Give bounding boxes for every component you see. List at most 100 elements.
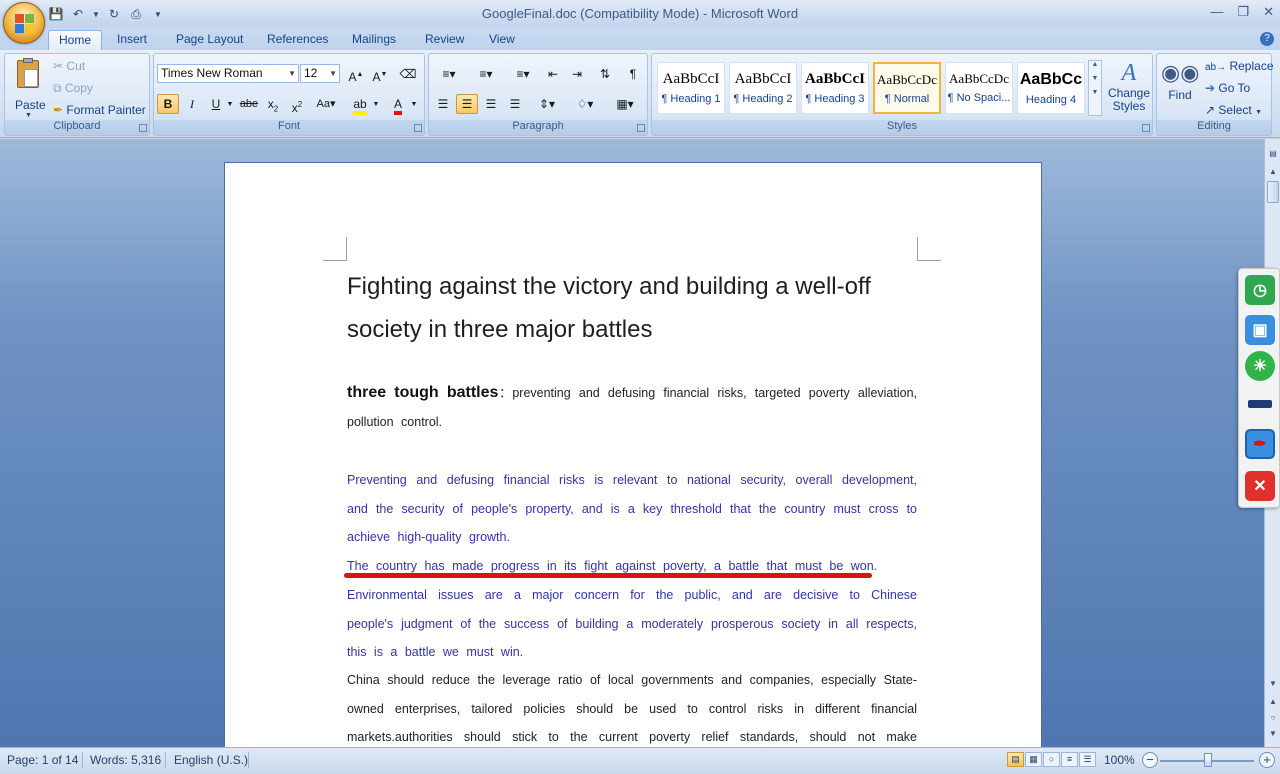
styles-group: AaBbCcI ¶ Heading 1 AaBbCcI ¶ Heading 2 Aa… <box>651 53 1153 136</box>
page-count[interactable]: Page: 1 of 14 <box>7 753 78 767</box>
restore-icon[interactable]: ❐ <box>1237 4 1249 20</box>
shading-icon[interactable]: ♢▾ <box>569 94 601 114</box>
browse-object-icon[interactable]: ○ <box>1267 713 1279 725</box>
highlight-icon[interactable]: ab <box>349 94 371 115</box>
goto-button[interactable]: ➔ Go To <box>1205 81 1250 95</box>
clipboard-launcher-icon[interactable] <box>139 124 147 132</box>
select-dropdown-icon: ▼ <box>1255 109 1263 116</box>
history-clock-icon[interactable]: ◷ <box>1245 275 1275 305</box>
underline-button[interactable]: U <box>205 94 227 114</box>
blue-paragraph-1[interactable]: Preventing and defusing financial risks … <box>347 466 917 552</box>
style-heading-4[interactable]: AaBbCc Heading 4 <box>1017 62 1085 114</box>
save-disk-icon[interactable]: ▣ <box>1245 315 1275 345</box>
increase-indent-icon[interactable]: ⇥ <box>566 64 588 84</box>
decrease-indent-icon[interactable]: ⇤ <box>542 64 564 84</box>
font-size-combo[interactable]: 12 ▼ <box>300 64 340 83</box>
document-page[interactable]: Fighting against the victory and buildin… <box>224 162 1042 747</box>
previous-page-icon[interactable]: ▲ <box>1267 697 1279 709</box>
align-right-icon[interactable]: ☰ <box>480 94 502 114</box>
style-heading-3[interactable]: AaBbCcI ¶ Heading 3 <box>801 62 869 114</box>
font-color-dropdown-icon[interactable]: ▼ <box>409 94 419 114</box>
numbering-icon[interactable]: ≡▾ <box>469 64 503 84</box>
font-name-dropdown-icon[interactable]: ▼ <box>288 65 296 82</box>
copy-button[interactable]: ⧉ Copy <box>53 81 93 96</box>
strikethrough-button[interactable]: abe <box>238 94 260 114</box>
tab-page-layout[interactable]: Page Layout <box>166 30 253 50</box>
tab-insert[interactable]: Insert <box>107 30 157 50</box>
full-screen-reading-icon[interactable]: ▦ <box>1025 752 1042 767</box>
tab-review[interactable]: Review <box>415 30 474 50</box>
zoom-level[interactable]: 100% <box>1104 753 1135 767</box>
bold-button[interactable]: B <box>157 94 179 114</box>
zoom-in-icon[interactable]: + <box>1259 752 1275 768</box>
next-page-icon[interactable]: ▼ <box>1267 729 1279 741</box>
zoom-slider-thumb[interactable] <box>1204 753 1212 767</box>
minimize-icon[interactable]: — <box>1210 4 1223 20</box>
ruler-toggle-icon[interactable]: ▤ <box>1267 149 1279 161</box>
style-sample: AaBbCcI <box>734 71 792 87</box>
justify-icon[interactable]: ☰ <box>504 94 526 114</box>
shrink-font-button[interactable]: A▼ <box>369 64 391 84</box>
language-indicator[interactable]: English (U.S.) <box>174 753 248 767</box>
font-color-icon[interactable]: A <box>387 94 409 115</box>
align-left-icon[interactable]: ☰ <box>432 94 454 114</box>
office-button[interactable] <box>3 2 45 44</box>
scroll-thumb[interactable] <box>1267 181 1279 203</box>
scroll-up-icon[interactable]: ▲ <box>1267 167 1279 179</box>
line-spacing-icon[interactable]: ⇕▾ <box>531 94 563 114</box>
styles-launcher-icon[interactable] <box>1142 124 1150 132</box>
borders-icon[interactable]: ▦▾ <box>609 94 641 114</box>
multilevel-list-icon[interactable]: ≡▾ <box>506 64 540 84</box>
close-icon[interactable]: ✕ <box>1263 4 1274 20</box>
bullets-icon[interactable]: ≡▾ <box>432 64 466 84</box>
font-name-combo[interactable]: Times New Roman ▼ <box>157 64 299 83</box>
outline-view-icon[interactable]: ≡ <box>1061 752 1078 767</box>
highlight-dropdown-icon[interactable]: ▼ <box>371 94 381 114</box>
window-title: GoogleFinal.doc (Compatibility Mode) - M… <box>481 6 799 21</box>
change-styles-button[interactable]: A Change Styles <box>1106 60 1152 122</box>
show-formatting-marks-icon[interactable]: ¶ <box>622 64 644 84</box>
tab-references[interactable]: References <box>257 30 338 50</box>
styles-gallery-scroll[interactable]: ▲ ▼ ▼ <box>1088 60 1102 116</box>
paragraph-launcher-icon[interactable] <box>637 124 645 132</box>
align-center-icon[interactable]: ☰ <box>456 94 478 114</box>
style-heading-2[interactable]: AaBbCcI ¶ Heading 2 <box>729 62 797 114</box>
select-button[interactable]: ↗ Select ▼ <box>1205 103 1262 117</box>
help-icon[interactable]: ? <box>1260 32 1274 46</box>
font-launcher-icon[interactable] <box>414 124 422 132</box>
close-toolbar-icon[interactable]: ✕ <box>1245 471 1275 501</box>
replace-button[interactable]: ab→ Replace <box>1205 59 1274 73</box>
web-layout-icon[interactable]: ○ <box>1043 752 1060 767</box>
marker-icon[interactable] <box>1245 389 1275 419</box>
document-title[interactable]: Fighting against the victory and buildin… <box>347 265 927 351</box>
italic-button[interactable]: I <box>181 94 203 114</box>
font-size-dropdown-icon[interactable]: ▼ <box>329 65 337 82</box>
pen-icon[interactable]: ✒ <box>1245 429 1275 459</box>
blue-paragraph-3[interactable]: Environmental issues are a major concern… <box>347 581 917 667</box>
subscript-button[interactable]: x2 <box>262 94 284 114</box>
black-paragraph[interactable]: China should reduce the leverage ratio o… <box>347 666 917 747</box>
underline-dropdown-icon[interactable]: ▼ <box>225 94 235 114</box>
scroll-down-icon[interactable]: ▼ <box>1267 679 1279 691</box>
grow-font-button[interactable]: A▲ <box>345 64 367 84</box>
tab-home[interactable]: Home <box>48 30 103 50</box>
lead-paragraph[interactable]: three tough battles：preventing and defus… <box>347 379 917 436</box>
cut-button[interactable]: ✂ Cut <box>53 59 85 73</box>
tab-mailings[interactable]: Mailings <box>342 30 406 50</box>
print-layout-view-icon[interactable]: ▤ <box>1007 752 1024 767</box>
superscript-button[interactable]: x2 <box>286 94 308 115</box>
lightbulb-icon[interactable]: ☀ <box>1245 351 1275 381</box>
style-no-spacing[interactable]: AaBbCcDc ¶ No Spaci... <box>945 62 1013 114</box>
format-painter-button[interactable]: ✒ Format Painter <box>53 103 146 117</box>
style-normal[interactable]: AaBbCcDc ¶ Normal <box>873 62 941 114</box>
draft-view-icon[interactable]: ☰ <box>1079 752 1096 767</box>
find-button[interactable]: ◉◉ Find <box>1161 58 1199 114</box>
change-case-button[interactable]: Aa▾ <box>312 94 340 114</box>
paste-button[interactable]: Paste ▼ <box>9 58 49 120</box>
clear-formatting-button[interactable]: ⌫ <box>397 64 419 84</box>
zoom-out-icon[interactable]: − <box>1142 752 1158 768</box>
style-heading-1[interactable]: AaBbCcI ¶ Heading 1 <box>657 62 725 114</box>
word-count[interactable]: Words: 5,316 <box>90 753 161 767</box>
tab-view[interactable]: View <box>479 30 525 50</box>
sort-icon[interactable]: ⇅ <box>594 64 616 84</box>
